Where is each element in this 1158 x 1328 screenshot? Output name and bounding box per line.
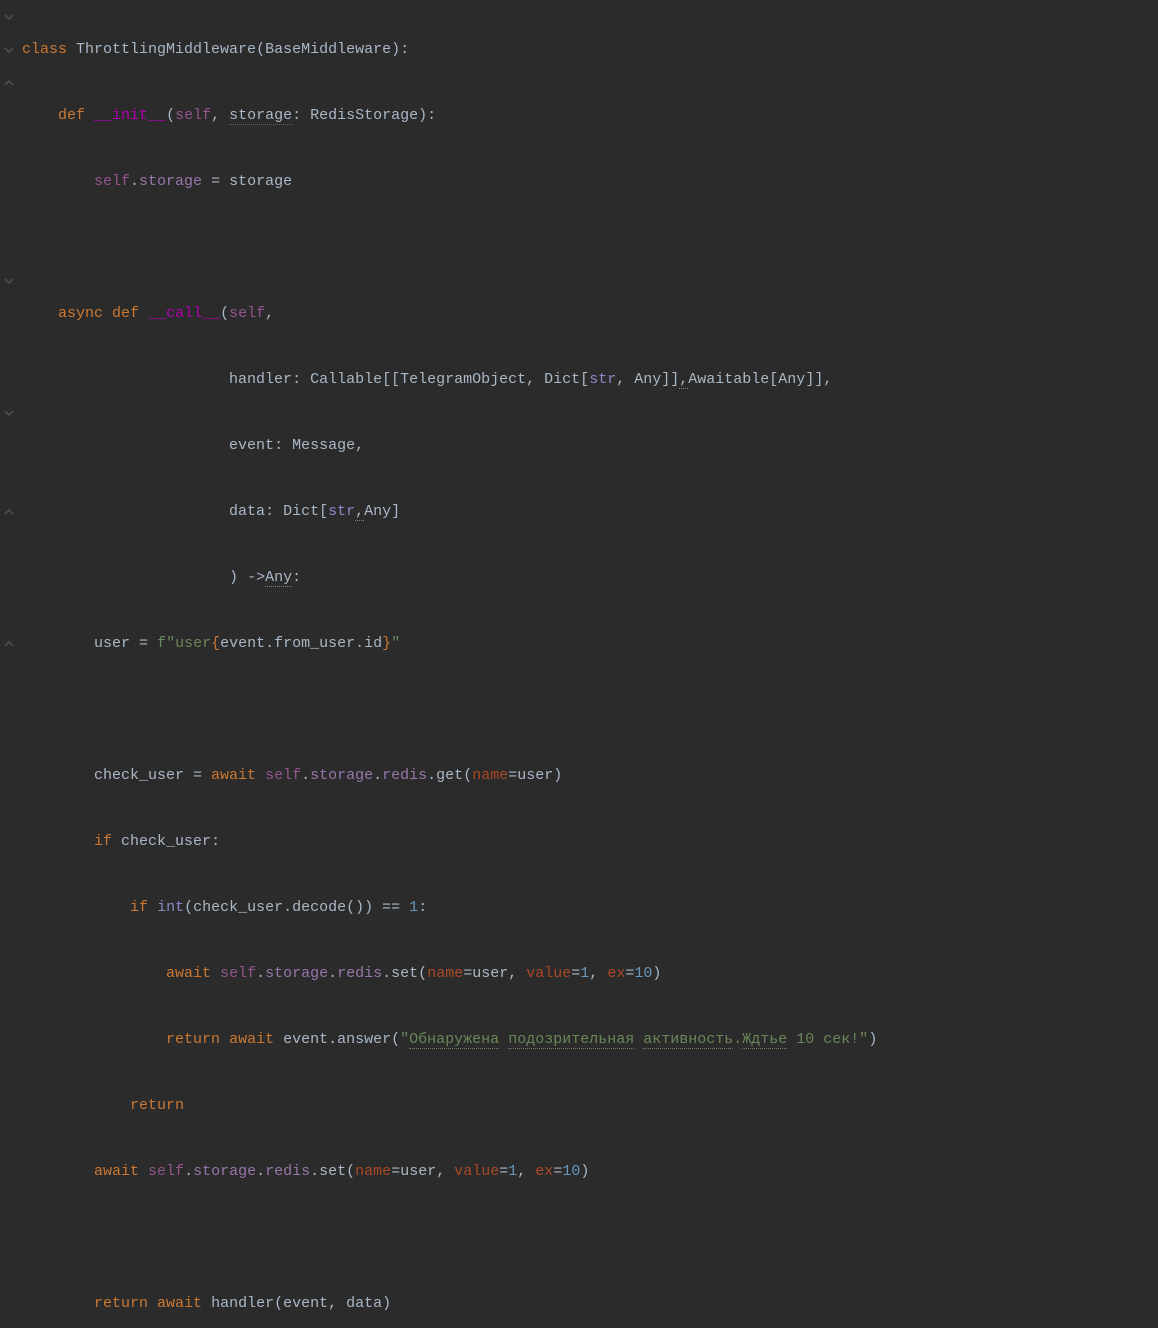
code-line: if check_user: bbox=[22, 825, 1158, 858]
param-self: self bbox=[175, 107, 211, 124]
param: data bbox=[229, 503, 265, 520]
code-line: if int(check_user.decode()) == 1: bbox=[22, 891, 1158, 924]
keyword-def: def bbox=[58, 107, 85, 124]
type-hint: RedisStorage bbox=[310, 107, 418, 124]
value: storage bbox=[229, 173, 292, 190]
code-line bbox=[22, 693, 1158, 726]
code-line: return await event.answer("Обнаружена по… bbox=[22, 1023, 1158, 1056]
code-line bbox=[22, 231, 1158, 264]
code-line: handler: Callable[[TelegramObject, Dict[… bbox=[22, 363, 1158, 396]
close-fold-icon[interactable] bbox=[2, 637, 16, 651]
self-ref: self bbox=[94, 173, 130, 190]
fold-icon[interactable] bbox=[2, 10, 16, 24]
fold-icon[interactable] bbox=[2, 406, 16, 420]
keyword-async: async bbox=[58, 305, 103, 322]
close-fold-icon[interactable] bbox=[2, 76, 16, 90]
param: handler bbox=[229, 371, 292, 388]
variable: check_user bbox=[94, 767, 184, 784]
close-fold-icon[interactable] bbox=[2, 505, 16, 519]
keyword-if: if bbox=[130, 899, 148, 916]
code-line bbox=[22, 1221, 1158, 1254]
code-line: async def __call__(self, bbox=[22, 297, 1158, 330]
param-storage: storage bbox=[229, 107, 292, 125]
keyword-class: class bbox=[22, 41, 67, 58]
code-editor[interactable]: class ThrottlingMiddleware(BaseMiddlewar… bbox=[0, 0, 1158, 1328]
code-line: class ThrottlingMiddleware(BaseMiddlewar… bbox=[22, 33, 1158, 66]
code-line: event: Message, bbox=[22, 429, 1158, 462]
class-name: ThrottlingMiddleware bbox=[76, 41, 256, 58]
editor-gutter bbox=[0, 0, 20, 664]
base-class: BaseMiddleware bbox=[265, 41, 391, 58]
code-line: data: Dict[str,Any] bbox=[22, 495, 1158, 528]
code-line: self.storage = storage bbox=[22, 165, 1158, 198]
attribute: storage bbox=[139, 173, 202, 190]
keyword-def: def bbox=[112, 305, 139, 322]
keyword-return: return bbox=[130, 1097, 184, 1114]
type-hint: Message bbox=[292, 437, 355, 454]
keyword-if: if bbox=[94, 833, 112, 850]
code-line: ) ->Any: bbox=[22, 561, 1158, 594]
code-line: return await handler(event, data) bbox=[22, 1287, 1158, 1320]
code-line: await self.storage.redis.set(name=user, … bbox=[22, 957, 1158, 990]
param: event bbox=[229, 437, 274, 454]
method-name: __call__ bbox=[148, 305, 220, 322]
code-line: return bbox=[22, 1089, 1158, 1122]
param-self: self bbox=[229, 305, 265, 322]
method-name: __init__ bbox=[94, 107, 166, 124]
variable: user bbox=[94, 635, 130, 652]
code-line: check_user = await self.storage.redis.ge… bbox=[22, 759, 1158, 792]
code-line: await self.storage.redis.set(name=user, … bbox=[22, 1155, 1158, 1188]
fold-icon[interactable] bbox=[2, 43, 16, 57]
fold-icon[interactable] bbox=[2, 274, 16, 288]
code-line: def __init__(self, storage: RedisStorage… bbox=[22, 99, 1158, 132]
code-line: user = f"user{event.from_user.id}" bbox=[22, 627, 1158, 660]
